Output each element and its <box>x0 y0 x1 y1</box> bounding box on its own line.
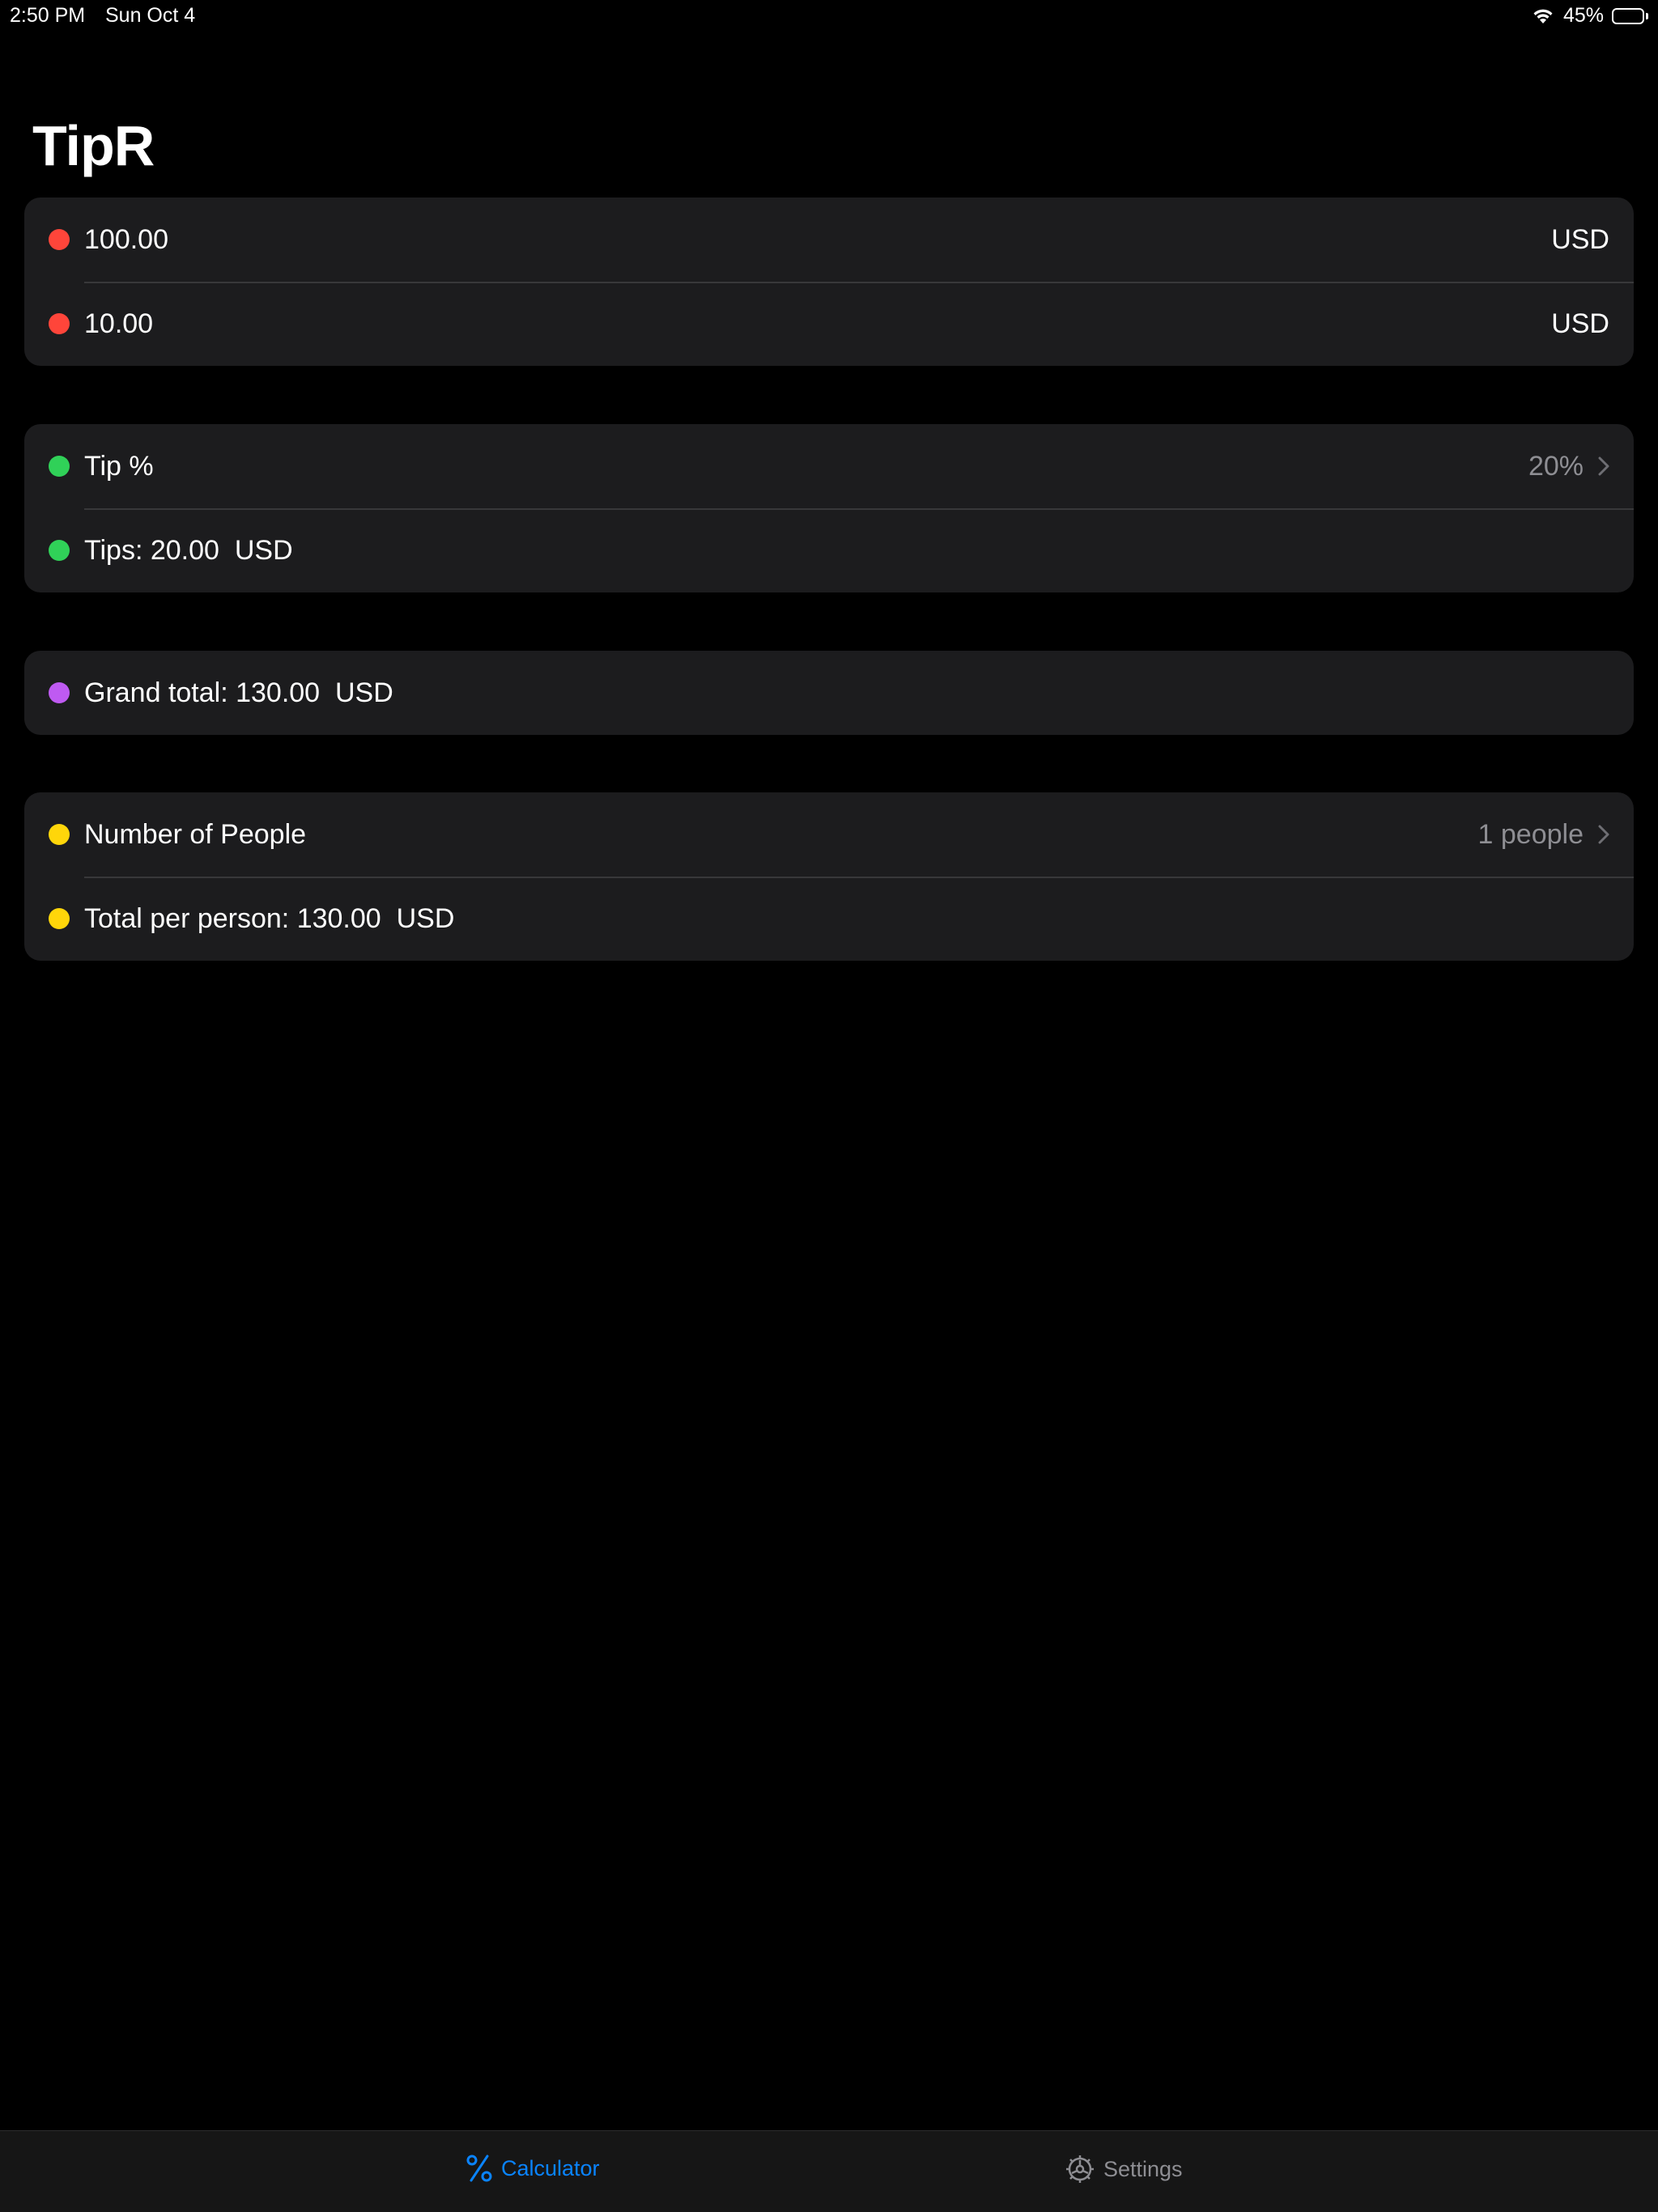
battery-icon <box>1612 7 1648 24</box>
grand-total-amount: Grand total: 130.00 USD <box>84 677 393 708</box>
chevron-right-icon <box>1598 456 1609 476</box>
bill-amount-input[interactable] <box>84 223 1552 256</box>
tab-calculator[interactable]: Calculator <box>466 2154 600 2183</box>
people-count-row[interactable]: Number of People 1 people <box>24 792 1634 877</box>
grand-total-dot <box>49 682 70 703</box>
chevron-right-icon <box>1598 825 1609 844</box>
tip-percent-dot <box>49 456 70 477</box>
grand-total-row: Grand total: 130.00 USD <box>24 651 1634 735</box>
percent-icon <box>466 2154 493 2183</box>
tip-percent-value: 20% <box>1528 450 1584 482</box>
gear-icon <box>1065 2154 1095 2184</box>
people-count-dot <box>49 824 70 845</box>
battery-percentage: 45% <box>1562 4 1604 27</box>
tip-percent-value-wrap: 20% <box>1528 451 1609 482</box>
tips-dot <box>49 540 70 561</box>
status-date: Sun Oct 4 <box>105 4 196 27</box>
total-group: Grand total: 130.00 USD <box>24 651 1634 735</box>
bill-amount-row[interactable]: USD <box>24 197 1634 282</box>
per-person-dot <box>49 908 70 929</box>
tip-group: Tip % 20% Tips: 20.00 USD <box>24 424 1634 592</box>
tab-settings-label: Settings <box>1103 2156 1183 2181</box>
tab-bar: Calculator Settings <box>0 2130 1658 2212</box>
extra-amount-row[interactable]: USD <box>24 282 1634 366</box>
tip-percent-label: Tip % <box>84 450 154 482</box>
extra-amount-input[interactable] <box>84 308 1552 340</box>
status-bar: 2:50 PM Sun Oct 4 45% <box>0 0 1658 32</box>
status-indicators: 45% <box>1531 4 1648 28</box>
status-time: 2:50 PM <box>10 4 86 27</box>
people-count-label: Number of People <box>84 818 307 850</box>
extra-amount-dot <box>49 313 70 334</box>
bill-group: USD USD <box>24 197 1634 366</box>
people-count-value-wrap: 1 people <box>1478 819 1609 851</box>
wifi-icon <box>1531 7 1555 25</box>
bill-amount-currency: USD <box>1551 223 1609 255</box>
people-count-value: 1 people <box>1477 818 1584 850</box>
tip-percent-row[interactable]: Tip % 20% <box>24 424 1634 508</box>
bill-amount-dot <box>49 229 70 250</box>
extra-amount-currency: USD <box>1551 308 1609 339</box>
page-title: TipR <box>32 114 155 177</box>
tab-calculator-label: Calculator <box>501 2155 600 2180</box>
tab-settings[interactable]: Settings <box>1065 2154 1183 2184</box>
people-group: Number of People 1 people Total per pers… <box>24 792 1634 961</box>
per-person-amount: Total per person: 130.00 USD <box>84 902 455 934</box>
per-person-row: Total per person: 130.00 USD <box>24 877 1634 961</box>
tips-row: Tips: 20.00 USD <box>24 508 1634 592</box>
tips-amount: Tips: 20.00 USD <box>84 534 293 566</box>
